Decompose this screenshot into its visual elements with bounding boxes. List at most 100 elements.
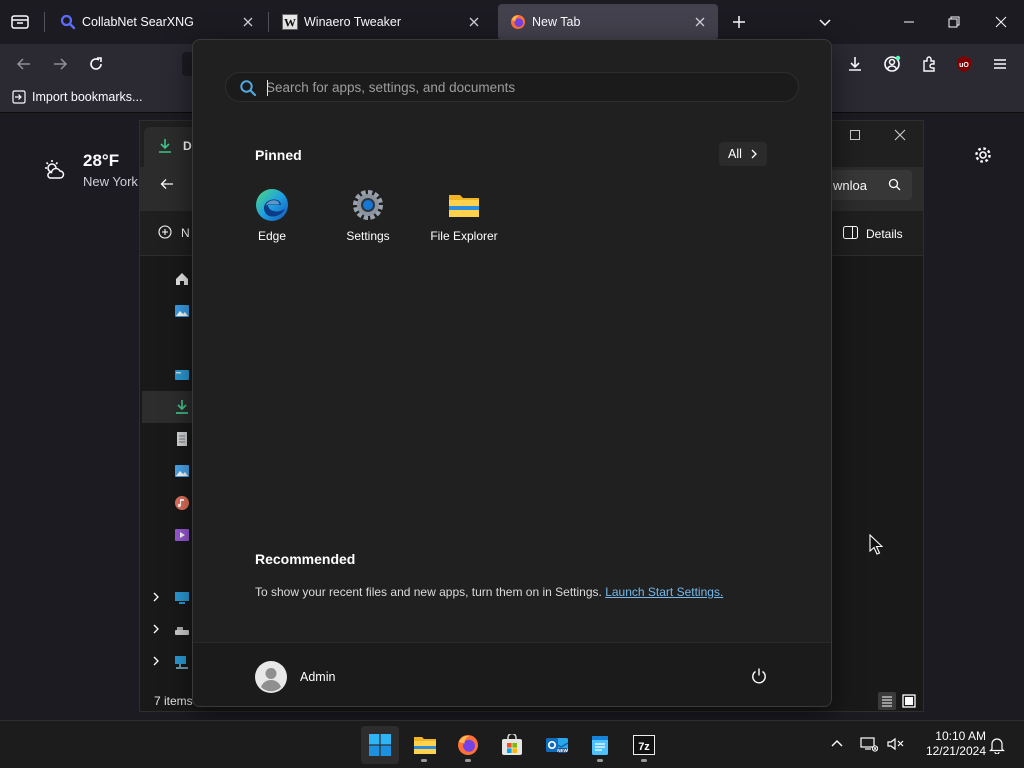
taskbar-firefox[interactable] [449,726,487,764]
volume-muted-icon[interactable] [886,736,904,752]
videos-folder-icon[interactable] [174,527,190,543]
file-explorer-icon [413,734,437,756]
expand-chevron-icon[interactable] [150,623,162,635]
search-icon [239,79,257,97]
list-all-tabs-chevron-icon[interactable] [817,14,833,30]
close-tab-icon[interactable] [240,14,256,30]
network-icon[interactable] [174,654,190,670]
start-search-box[interactable] [225,72,799,102]
restore-window-icon[interactable] [946,14,962,30]
tab-title: Winaero Tweaker [304,15,402,29]
taskbar-start-button[interactable] [361,726,399,764]
pinned-app-file-explorer[interactable]: File Explorer [416,188,512,252]
gallery-icon[interactable] [174,303,190,319]
import-bookmarks-button[interactable]: Import bookmarks... [12,90,142,104]
user-avatar[interactable] [255,661,287,693]
music-folder-icon[interactable] [174,495,190,511]
power-icon[interactable] [750,667,768,685]
forward-arrow-icon[interactable] [52,56,68,72]
weather-location: New York [83,174,138,189]
close-tab-icon[interactable] [466,14,482,30]
documents-folder-icon[interactable] [174,431,190,447]
firefox-icon [457,734,479,756]
taskbar-file-explorer[interactable] [405,726,443,764]
all-apps-button[interactable]: All [719,142,767,166]
back-arrow-icon[interactable] [16,56,32,72]
taskbar: NEW 7z 10:10 AM 12/21/2024 [0,720,1024,768]
all-apps-label: All [728,147,742,161]
minimize-window-icon[interactable] [901,14,917,30]
new-button-label[interactable]: N [181,226,190,240]
pinned-app-settings[interactable]: Settings [320,188,416,252]
close-tab-icon[interactable] [692,14,708,30]
notepad-icon [589,734,611,756]
chevron-right-icon [750,149,758,159]
import-icon [12,90,26,104]
customize-settings-gear-icon[interactable] [973,145,993,165]
recommended-text: To show your recent files and new apps, … [255,585,602,599]
outlook-icon: NEW [545,734,569,756]
pictures-folder-icon[interactable] [174,463,190,479]
running-indicator [465,759,471,762]
maximize-window-icon[interactable] [849,129,861,141]
desktop-folder-icon[interactable] [174,367,190,383]
expand-chevron-icon[interactable] [150,655,162,667]
account-icon[interactable] [883,55,901,73]
details-button-label[interactable]: Details [866,227,903,241]
expand-chevron-icon[interactable] [150,591,162,603]
weather-temperature: 28°F [83,151,120,170]
explorer-tab-downloads[interactable]: D [144,127,196,167]
tab-new-tab[interactable]: New Tab [498,4,718,40]
start-menu-footer: Admin [193,642,831,706]
explorer-tab-title: D [183,139,192,153]
notification-bell-icon[interactable] [989,736,1005,754]
firefox-favicon-icon [510,14,526,30]
menu-hamburger-icon[interactable] [991,55,1009,73]
explorer-search-box[interactable]: wnloa [830,170,912,200]
this-pc-icon[interactable] [174,590,190,606]
file-explorer-icon [447,188,481,222]
close-window-icon[interactable] [894,129,906,141]
tiles-view-toggle-icon[interactable] [900,692,918,710]
pinned-app-label: File Explorer [430,229,498,243]
tab-title: CollabNet SearXNG [82,15,194,29]
clock-date: 12/21/2024 [925,744,986,758]
7zip-icon: 7z [633,734,655,756]
pinned-app-label: Settings [346,229,390,243]
close-window-icon[interactable] [993,14,1009,30]
details-pane-icon [843,226,858,239]
pinned-app-edge[interactable]: Edge [224,188,320,252]
reload-icon[interactable] [88,56,104,72]
downloads-icon[interactable] [846,55,864,73]
drive-icon[interactable] [174,622,190,638]
downloads-folder-icon[interactable] [174,399,190,415]
back-arrow-icon[interactable] [160,177,174,191]
clock-time: 10:10 AM [935,729,986,743]
explorer-search-text: wnloa [833,178,867,193]
svg-text:W: W [284,16,296,30]
user-name[interactable]: Admin [300,670,335,684]
new-tab-plus-icon[interactable] [731,14,747,30]
tab-collabnet-searxng[interactable]: CollabNet SearXNG [48,4,266,40]
svg-text:uO: uO [959,62,969,69]
launch-start-settings-link[interactable]: Launch Start Settings. [605,585,723,599]
list-view-toggle-icon[interactable] [878,692,896,710]
taskbar-7zip[interactable]: 7z [625,726,663,764]
recommended-section-title: Recommended [255,551,356,567]
new-item-plus-icon[interactable] [158,225,172,239]
taskbar-outlook[interactable]: NEW [537,726,575,764]
network-status-icon[interactable] [860,736,878,752]
tab-winaero-tweaker[interactable]: W Winaero Tweaker [270,4,492,40]
taskbar-notepad[interactable] [581,726,619,764]
running-indicator [641,759,647,762]
home-icon[interactable] [174,271,190,287]
running-indicator [421,759,427,762]
firefox-view-icon[interactable] [10,12,30,32]
show-hidden-icons-chevron-icon[interactable] [830,737,844,751]
system-clock[interactable]: 10:10 AM 12/21/2024 [914,729,986,759]
ublock-origin-icon[interactable]: uO [955,55,973,73]
start-search-input[interactable] [266,73,786,101]
extensions-puzzle-icon[interactable] [920,55,938,73]
edge-icon [255,188,289,222]
taskbar-microsoft-store[interactable] [493,726,531,764]
